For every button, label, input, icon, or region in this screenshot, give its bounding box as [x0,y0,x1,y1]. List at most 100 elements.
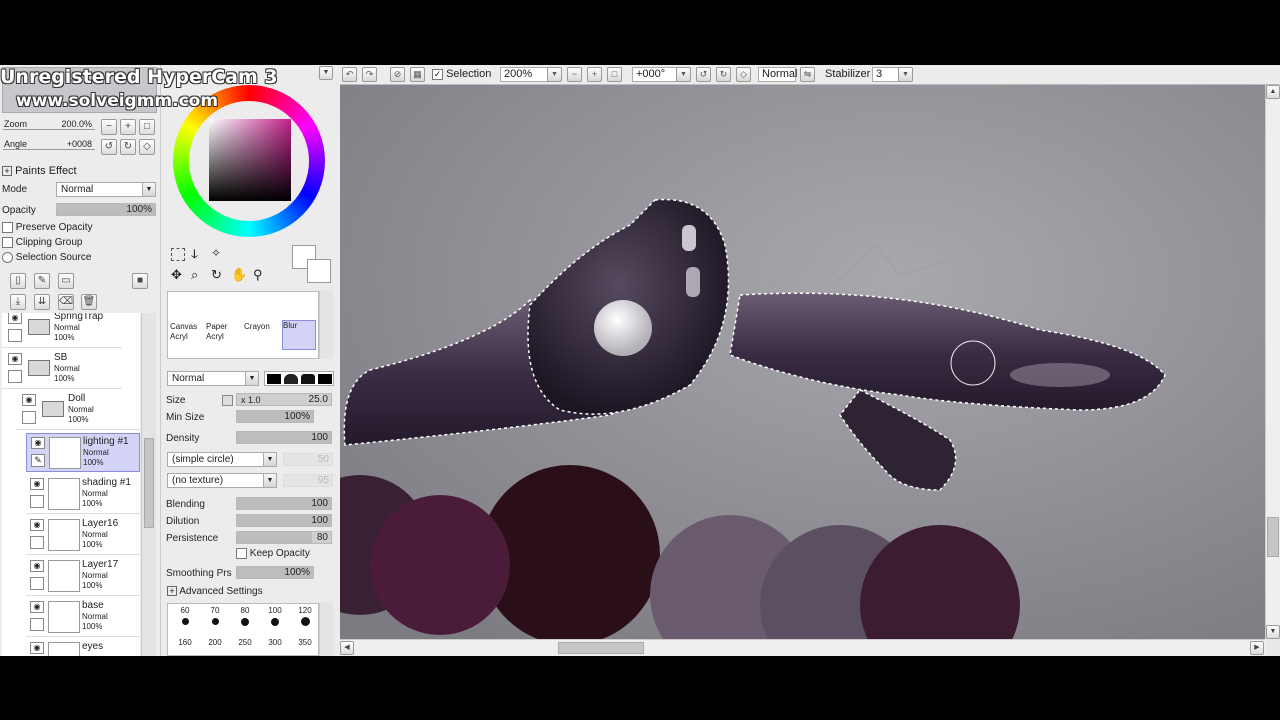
edge-flat-icon[interactable] [318,374,332,384]
scroll-left-button[interactable]: ◀ [340,641,354,655]
layer-mask-button[interactable]: ■ [132,273,148,289]
magic-wand-icon[interactable]: ✧ [211,246,221,260]
rotation-dropdown-button[interactable]: ▼ [676,67,691,82]
eye-icon[interactable]: ◉ [22,394,36,406]
lock-toggle[interactable] [30,536,44,549]
edge-soft-icon[interactable] [301,374,315,384]
redo-button[interactable]: ↷ [362,67,377,82]
eye-icon[interactable]: ◉ [30,519,44,531]
eye-icon[interactable]: ◉ [8,353,22,365]
scroll-up-button[interactable]: ▲ [1266,85,1280,99]
zoom-out-tool-button[interactable]: − [567,67,582,82]
secondary-color-swatch[interactable] [307,259,331,283]
preset-350[interactable]: 350 [292,638,318,647]
preset-70[interactable]: 70 [202,606,228,627]
edge-hard-icon[interactable] [267,374,281,384]
canvas-horizontal-scrollbar[interactable]: ◀ ▶ [340,639,1265,656]
advanced-settings-toggle[interactable]: + Advanced Settings [167,586,263,597]
tool-blur[interactable]: Blur [282,320,316,350]
tool-grid-scrollbar[interactable] [319,291,333,359]
lock-toggle[interactable] [8,329,22,342]
layer-item-base[interactable]: ◉ base Normal 100% [26,598,140,637]
zoom-in-tool-button[interactable]: + [587,67,602,82]
zoom-out-button[interactable]: − [101,119,117,135]
lock-toggle[interactable] [30,618,44,631]
preset-160[interactable]: 160 [172,638,198,647]
color-square[interactable] [209,119,291,201]
rotate-reset-button[interactable]: ◇ [139,139,155,155]
canvas-vertical-scrollbar[interactable]: ▲ ▼ [1265,85,1280,639]
layer-mode-select[interactable]: Normal ▼ [56,182,156,197]
layer-item-shading[interactable]: ◉ shading #1 Normal 100% [26,475,140,514]
flip-button[interactable]: ⇋ [800,67,815,82]
rotate-right-button[interactable]: ↻ [120,139,136,155]
preset-250[interactable]: 250 [232,638,258,647]
rotate-icon[interactable]: ↻ [211,267,222,283]
layer-opacity-slider[interactable]: 100% [56,203,156,216]
transfer-down-button[interactable]: ⤓ [10,294,26,310]
size-slider[interactable]: x 1.0 25.0 [236,393,332,406]
persistence-slider[interactable]: 80 [236,531,332,544]
preserve-opacity-checkbox[interactable]: Preserve Opacity [2,222,92,233]
delete-layer-button[interactable]: 🗑 [81,294,97,310]
eye-icon[interactable]: ◉ [8,313,22,324]
smoothing-slider[interactable]: 100% [236,566,314,579]
lasso-icon[interactable]: ↆ [191,246,198,262]
preset-80[interactable]: 80 [232,606,258,628]
preset-100[interactable]: 100 [262,606,288,628]
size-lock-icon[interactable] [222,395,233,406]
eye-icon[interactable]: ◉ [30,478,44,490]
eyedropper-icon[interactable]: ⚲ [253,267,263,283]
blend-mode-select[interactable]: Normal [758,67,797,82]
brush-shape-amount[interactable]: 50 [283,453,333,466]
rotate-left-button[interactable]: ↺ [101,139,117,155]
clipping-group-checkbox[interactable]: Clipping Group [2,237,83,248]
hand-icon[interactable]: ✋ [231,267,247,283]
layer-item-layer17[interactable]: ◉ Layer17 Normal 100% [26,557,140,596]
eye-icon[interactable]: ◉ [31,437,45,449]
edge-medium-icon[interactable] [284,374,298,384]
preset-200[interactable]: 200 [202,638,228,647]
undo-button[interactable]: ↶ [342,67,357,82]
zoom-dropdown-button[interactable]: ▼ [547,67,562,82]
brush-texture-select[interactable]: (no texture) ▼ [167,473,277,488]
merge-down-button[interactable]: ⇊ [34,294,50,310]
scroll-down-button[interactable]: ▼ [1266,625,1280,639]
tool-canvas-acryl[interactable]: Canvas Acryl [170,322,204,352]
brush-mode-select[interactable]: Normal ▼ [167,371,259,386]
clear-layer-button[interactable]: ⌫ [58,294,74,310]
stabilizer-dropdown-button[interactable]: ▼ [898,67,913,82]
new-linework-layer-button[interactable]: ✎ [34,273,50,289]
layer-folder-doll[interactable]: ◉ Doll Normal 100% [16,391,140,430]
deselect-button[interactable]: ⊘ [390,67,405,82]
keep-opacity-checkbox[interactable]: Keep Opacity [236,548,310,559]
paints-effect-header[interactable]: + Paints Effect [2,165,77,177]
zoom-reset-button[interactable]: □ [139,119,155,135]
scroll-right-button[interactable]: ▶ [1250,641,1264,655]
angle-slider[interactable]: +0008 [3,138,95,150]
layers-scrollbar[interactable] [141,313,156,656]
brush-shape-select[interactable]: (simple circle) ▼ [167,452,277,467]
lock-toggle[interactable] [8,370,22,383]
move-icon[interactable]: ✥ [171,267,182,283]
selection-source-checkbox[interactable]: Selection Source [2,252,91,263]
new-layer-button[interactable]: ▯ [10,273,26,289]
rect-select-icon[interactable] [171,248,185,261]
tool-crayon[interactable]: Crayon [244,322,278,352]
layer-folder-springtrap[interactable]: ◉ SpringTrap Normal 100% [2,313,122,348]
lock-toggle[interactable] [22,411,36,424]
blending-slider[interactable]: 100 [236,497,332,510]
brush-edge-options[interactable] [264,371,334,386]
eye-icon[interactable]: ◉ [30,642,44,654]
rotate-ccw-button[interactable]: ↺ [696,67,711,82]
layer-item-eyes[interactable]: ◉ eyes [26,639,140,656]
preset-120[interactable]: 120 [292,606,318,628]
vertical-scroll-thumb[interactable] [1267,517,1279,557]
zoom-fit-button[interactable]: □ [607,67,622,82]
eye-icon[interactable]: ◉ [30,560,44,572]
eye-icon[interactable]: ◉ [30,601,44,613]
drawing-canvas[interactable] [340,85,1265,639]
new-folder-button[interactable]: ▭ [58,273,74,289]
preset-300[interactable]: 300 [262,638,288,647]
density-slider[interactable]: 100 [236,431,332,444]
